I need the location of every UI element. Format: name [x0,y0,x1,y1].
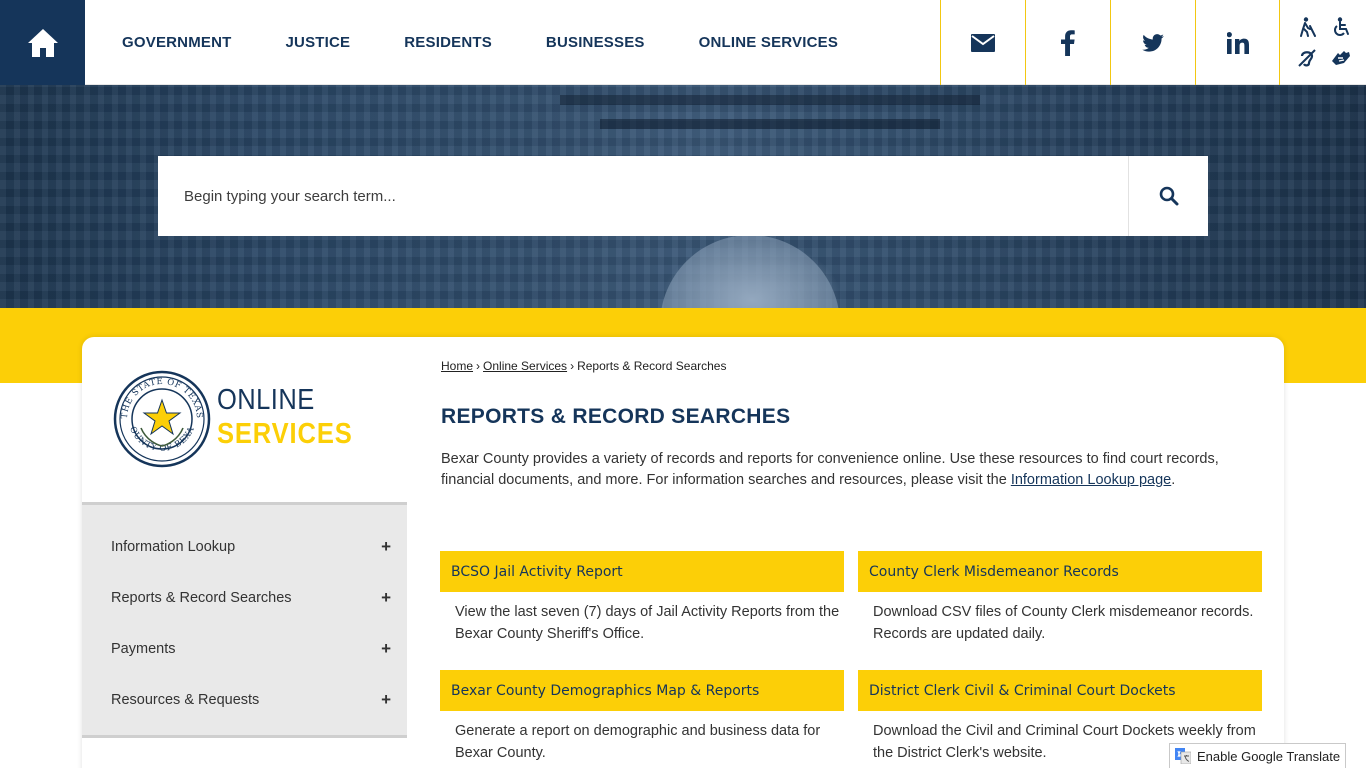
sidenav-item-information-lookup[interactable]: Information Lookup + [82,521,407,572]
tile-district-clerk-court-dockets[interactable]: District Clerk Civil & Criminal Court Do… [858,670,1262,711]
sidenav-item-label: Reports & Record Searches [111,589,292,606]
logo-text-services: SERVICES [217,418,353,450]
expand-toggle[interactable]: + [381,537,391,557]
search-input[interactable] [158,156,1128,236]
breadcrumb-separator: › [570,359,575,373]
hearing-icon[interactable] [1292,45,1322,72]
sidenav-item-reports-record-searches[interactable]: Reports & Record Searches + [82,572,407,623]
search-bar [158,156,1208,236]
google-translate-icon [1175,748,1191,764]
nav-businesses[interactable]: BUSINESSES [546,34,645,51]
expand-toggle[interactable]: + [381,588,391,608]
sidenav-item-resources-requests[interactable]: Resources & Requests + [82,674,407,725]
home-icon [27,28,58,57]
hero-beam [600,119,940,129]
social-links [940,0,1280,85]
tile-bcso-jail-activity-report[interactable]: BCSO Jail Activity Report [440,551,844,592]
sidenav-item-payments[interactable]: Payments + [82,623,407,674]
twitter-button[interactable] [1110,0,1195,85]
search-icon [1159,186,1178,206]
online-services-logo[interactable]: THE STATE OF TEXAS COUNTY OF BEXAR ONLIN… [113,370,413,470]
breadcrumb-home[interactable]: Home [441,359,473,373]
tile-description: View the last seven (7) days of Jail Act… [455,604,840,642]
google-translate-button[interactable]: Enable Google Translate [1169,743,1346,768]
bexar-county-seal-icon: THE STATE OF TEXAS COUNTY OF BEXAR [113,370,211,468]
sidenav-item-label: Resources & Requests [111,691,260,708]
nav-online-services[interactable]: ONLINE SERVICES [699,34,838,51]
blind-walking-icon[interactable] [1292,14,1322,41]
accessibility-links [1282,0,1366,85]
top-bar: GOVERNMENT JUSTICE RESIDENTS BUSINESSES … [0,0,1366,85]
nav-residents[interactable]: RESIDENTS [404,34,492,51]
information-lookup-link[interactable]: Information Lookup page [1011,472,1171,488]
tile-bexar-county-demographics[interactable]: Bexar County Demographics Map & Reports [440,670,844,711]
intro-end: . [1171,472,1176,488]
google-translate-label: Enable Google Translate [1197,748,1341,764]
side-navigation: Information Lookup + Reports & Record Se… [82,502,407,738]
nav-justice[interactable]: JUSTICE [286,34,351,51]
wheelchair-icon[interactable] [1326,14,1356,41]
linkedin-icon [1226,31,1249,54]
sidenav-item-label: Payments [111,640,176,657]
breadcrumb: Home › Online Services › Reports & Record Se… [441,359,726,373]
logo-text-online: ONLINE [217,384,315,416]
tile-description: Generate a report on demographic and bus… [455,723,821,761]
facebook-button[interactable] [1025,0,1110,85]
home-button[interactable] [0,0,85,85]
twitter-icon [1142,33,1164,52]
nav-government[interactable]: GOVERNMENT [122,34,232,51]
main-nav: GOVERNMENT JUSTICE RESIDENTS BUSINESSES … [122,0,838,85]
facebook-icon [1061,29,1075,56]
hero-beam [560,95,980,105]
page-title: REPORTS & RECORD SEARCHES [441,405,791,428]
breadcrumb-current: Reports & Record Searches [577,359,727,373]
expand-toggle[interactable]: + [381,639,391,659]
tile-description: Download CSV files of County Clerk misde… [873,604,1254,642]
intro-paragraph: Bexar County provides a variety of recor… [441,449,1241,491]
breadcrumb-online-services[interactable]: Online Services [483,359,567,373]
linkedin-button[interactable] [1195,0,1280,85]
hero-arch [660,235,840,308]
sidenav-item-label: Information Lookup [111,538,236,555]
email-button[interactable] [940,0,1025,85]
breadcrumb-separator: › [476,359,481,373]
tile-county-clerk-misdemeanor-records[interactable]: County Clerk Misdemeanor Records [858,551,1262,592]
sign-language-icon[interactable] [1326,45,1356,72]
envelope-icon [971,33,995,52]
search-button[interactable] [1128,156,1208,236]
expand-toggle[interactable]: + [381,690,391,710]
